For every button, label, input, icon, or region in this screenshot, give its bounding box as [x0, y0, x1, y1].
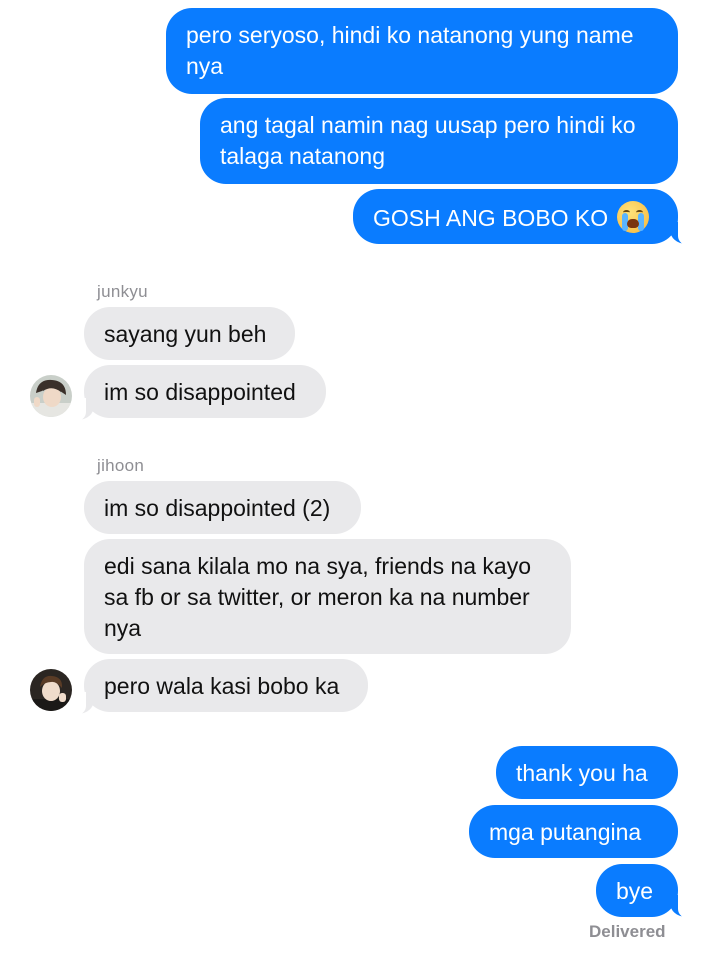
message-text: im so disappointed (2) [104, 495, 331, 521]
message-text: ang tagal namin nag uusap pero hindi ko … [220, 112, 636, 169]
message-text: im so disappointed [104, 379, 296, 405]
received-message[interactable]: im so disappointed (2) [84, 481, 361, 534]
message-text: edi sana kilala mo na sya, friends na ka… [104, 553, 532, 641]
message-text: sayang yun beh [104, 321, 267, 347]
bubble-tail [72, 398, 94, 422]
message-text: thank you ha [516, 760, 648, 786]
message-text: bye [616, 878, 654, 904]
message-text: GOSH ANG BOBO KO [373, 205, 609, 231]
bubble-tail [72, 692, 94, 716]
message-text: pero seryoso, hindi ko natanong yung nam… [186, 22, 634, 79]
bubble-tail [670, 222, 692, 246]
avatar-jihoon[interactable] [30, 669, 72, 711]
sent-message[interactable]: GOSH ANG BOBO KO [353, 189, 678, 244]
sent-message[interactable]: thank you ha [496, 746, 678, 799]
loudly-crying-face-icon [616, 201, 649, 233]
message-text: pero wala kasi bobo ka [104, 673, 340, 699]
received-message[interactable]: edi sana kilala mo na sya, friends na ka… [84, 539, 571, 654]
sent-message[interactable]: ang tagal namin nag uusap pero hindi ko … [200, 98, 678, 184]
sent-message[interactable]: pero seryoso, hindi ko natanong yung nam… [166, 8, 678, 94]
sender-name-jihoon: jihoon [97, 456, 145, 475]
received-message[interactable]: sayang yun beh [84, 307, 295, 360]
received-message[interactable]: im so disappointed [84, 365, 326, 418]
sent-message[interactable]: bye [596, 864, 678, 917]
avatar-junkyu[interactable] [30, 375, 72, 417]
sender-name-junkyu: junkyu [97, 282, 148, 301]
received-message[interactable]: pero wala kasi bobo ka [84, 659, 368, 712]
delivery-status: Delivered [589, 922, 666, 941]
message-text: mga putangina [489, 819, 642, 845]
sent-message[interactable]: mga putangina [469, 805, 678, 858]
bubble-tail [670, 895, 692, 919]
